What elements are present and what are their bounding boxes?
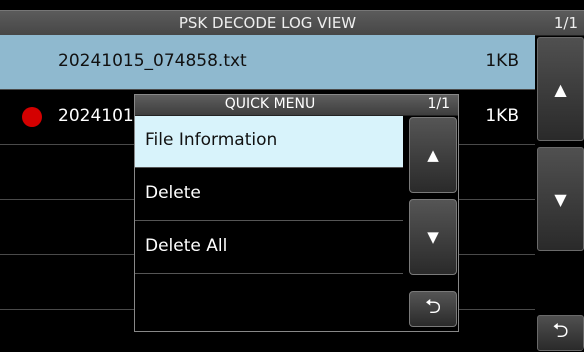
- menu-item-label: Delete: [145, 183, 201, 203]
- menu-item-delete-all[interactable]: Delete All: [135, 222, 403, 274]
- file-name: 20241015_074858.txt: [58, 51, 247, 71]
- return-icon: ⮌: [552, 318, 569, 342]
- menu-item-label: File Information: [145, 130, 278, 150]
- scroll-up-button[interactable]: ▲: [537, 37, 584, 141]
- up-arrow-icon: ▲: [554, 79, 567, 99]
- return-icon: ⮌: [424, 294, 442, 318]
- window-title: PSK DECODE LOG VIEW: [178, 14, 357, 32]
- menu-item-delete[interactable]: Delete: [135, 169, 403, 221]
- menu-back-button[interactable]: ⮌: [409, 291, 457, 327]
- title-bar: PSK DECODE LOG VIEW 1/1: [0, 10, 584, 36]
- file-row[interactable]: 20241015_074858.txt 1KB: [0, 35, 535, 90]
- quick-menu-header: QUICK MENU 1/1: [135, 95, 458, 116]
- page-indicator: 1/1: [553, 14, 578, 32]
- menu-item-label: Delete All: [145, 236, 228, 256]
- back-button[interactable]: ⮌: [537, 315, 584, 351]
- menu-item-file-information[interactable]: File Information: [135, 116, 403, 168]
- quick-menu-title: QUICK MENU: [224, 96, 316, 112]
- menu-scroll-down-button[interactable]: ▼: [409, 199, 457, 275]
- file-size: 1KB: [485, 106, 519, 126]
- quick-menu-dialog: QUICK MENU 1/1 File Information Delete D…: [134, 94, 459, 332]
- down-arrow-icon: ▼: [427, 228, 439, 246]
- menu-scroll-up-button[interactable]: ▲: [409, 117, 457, 193]
- side-scroll-bar: ▲ ▼ ⮌: [537, 35, 584, 352]
- record-dot-icon: [22, 107, 42, 127]
- quick-menu-page: 1/1: [427, 96, 450, 112]
- screen: PSK DECODE LOG VIEW 1/1 20241015_074858.…: [0, 0, 584, 352]
- scroll-down-button[interactable]: ▼: [537, 147, 584, 251]
- up-arrow-icon: ▲: [427, 146, 439, 164]
- file-size: 1KB: [485, 51, 519, 71]
- down-arrow-icon: ▼: [554, 189, 567, 209]
- file-name: 2024101: [58, 106, 134, 126]
